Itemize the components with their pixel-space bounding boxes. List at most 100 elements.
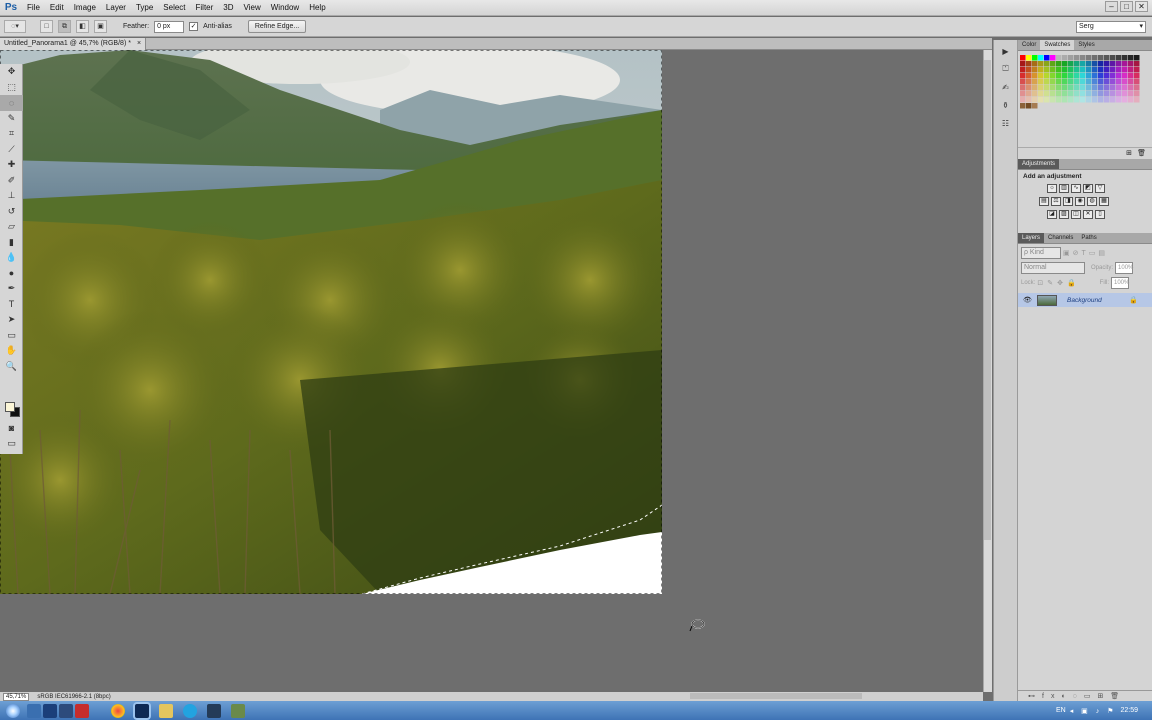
- swatch-cell[interactable]: [1086, 61, 1092, 67]
- swatch-cell[interactable]: [1068, 67, 1074, 73]
- tab-styles[interactable]: Styles: [1074, 40, 1098, 50]
- swatch-cell[interactable]: [1038, 67, 1044, 73]
- new-selection-icon[interactable]: □: [40, 20, 53, 33]
- properties-icon[interactable]: ☷: [998, 116, 1014, 130]
- swatch-cell[interactable]: [1068, 61, 1074, 67]
- quick-select-tool-icon[interactable]: ✎: [0, 111, 23, 127]
- swatch-cell[interactable]: [1080, 67, 1086, 73]
- menu-window[interactable]: Window: [266, 0, 304, 16]
- swatch-cell[interactable]: [1038, 61, 1044, 67]
- swatch-cell[interactable]: [1134, 73, 1140, 79]
- swatch-cell[interactable]: [1050, 73, 1056, 79]
- swatch-cell[interactable]: [1020, 97, 1026, 103]
- swatch-cell[interactable]: [1062, 55, 1068, 61]
- swatch-cell[interactable]: [1038, 91, 1044, 97]
- swatch-cell[interactable]: [1092, 97, 1098, 103]
- lasso-tool-icon[interactable]: ◌: [0, 95, 23, 111]
- menu-3d[interactable]: 3D: [218, 0, 238, 16]
- menu-filter[interactable]: Filter: [191, 0, 219, 16]
- swatch-cell[interactable]: [1128, 67, 1134, 73]
- swatch-cell[interactable]: [1092, 61, 1098, 67]
- menu-type[interactable]: Type: [131, 0, 158, 16]
- swatch-cell[interactable]: [1032, 103, 1038, 109]
- swatch-cell[interactable]: [1134, 85, 1140, 91]
- swatch-cell[interactable]: [1122, 85, 1128, 91]
- document-tab[interactable]: Untitled_Panorama1 @ 45,7% (RGB/8) * ×: [0, 38, 147, 50]
- swatch-cell[interactable]: [1122, 73, 1128, 79]
- path-select-icon[interactable]: ➤: [0, 312, 23, 328]
- gradient-tool-icon[interactable]: ▮: [0, 235, 23, 251]
- healing-brush-icon[interactable]: ✚: [0, 157, 23, 173]
- color-lookup-icon[interactable]: ▦: [1099, 197, 1109, 206]
- swatch-cell[interactable]: [1086, 91, 1092, 97]
- levels-icon[interactable]: ▥: [1059, 184, 1069, 193]
- swatch-cell[interactable]: [1134, 91, 1140, 97]
- swatch-cell[interactable]: [1116, 61, 1122, 67]
- swatch-cell[interactable]: [1050, 79, 1056, 85]
- acrobat-taskbar-icon[interactable]: [75, 703, 89, 718]
- foreground-color-swatch[interactable]: [5, 402, 15, 412]
- dodge-tool-icon[interactable]: ●: [0, 266, 23, 282]
- play-icon[interactable]: ▶: [998, 44, 1014, 58]
- swatch-cell[interactable]: [1032, 91, 1038, 97]
- swatch-cell[interactable]: [1032, 79, 1038, 85]
- menu-view[interactable]: View: [239, 0, 266, 16]
- swatch-cell[interactable]: [1128, 91, 1134, 97]
- app-taskbar-icon[interactable]: [231, 703, 245, 718]
- blur-tool-icon[interactable]: 💧: [0, 250, 23, 266]
- trash-icon[interactable]: 🗑: [1137, 149, 1146, 157]
- swatch-cell[interactable]: [1128, 97, 1134, 103]
- swatch-cell[interactable]: [1062, 85, 1068, 91]
- crop-tool-icon[interactable]: ⌗: [0, 126, 23, 142]
- hand-tool-icon[interactable]: ✋: [0, 343, 23, 359]
- swatch-cell[interactable]: [1110, 85, 1116, 91]
- swatch-cell[interactable]: [1092, 91, 1098, 97]
- swatch-cell[interactable]: [1056, 55, 1062, 61]
- swatch-cell[interactable]: [1044, 79, 1050, 85]
- history-brush-icon[interactable]: ↺: [0, 204, 23, 220]
- menu-edit[interactable]: Edit: [45, 0, 69, 16]
- swatch-cell[interactable]: [1068, 73, 1074, 79]
- curves-icon[interactable]: ∿: [1071, 184, 1081, 193]
- swatch-cell[interactable]: [1116, 85, 1122, 91]
- swatch-cell[interactable]: [1116, 67, 1122, 73]
- swatch-cell[interactable]: [1080, 97, 1086, 103]
- swatch-cell[interactable]: [1056, 91, 1062, 97]
- photoshop-taskbar-icon[interactable]: [43, 703, 57, 718]
- swatch-cell[interactable]: [1026, 73, 1032, 79]
- subtract-selection-icon[interactable]: ◧: [76, 20, 89, 33]
- swatch-cell[interactable]: [1122, 67, 1128, 73]
- swatch-cell[interactable]: [1050, 97, 1056, 103]
- swatch-cell[interactable]: [1020, 103, 1026, 109]
- swatch-cell[interactable]: [1062, 79, 1068, 85]
- brush-tool-icon[interactable]: ✐: [0, 173, 23, 189]
- swatch-cell[interactable]: [1050, 61, 1056, 67]
- swatch-cell[interactable]: [1050, 55, 1056, 61]
- swatch-cell[interactable]: [1104, 85, 1110, 91]
- swatch-cell[interactable]: [1056, 61, 1062, 67]
- zoom-tool-icon[interactable]: 🔍: [0, 359, 23, 375]
- menu-image[interactable]: Image: [69, 0, 101, 16]
- swatch-cell[interactable]: [1026, 55, 1032, 61]
- swatch-cell[interactable]: [1104, 97, 1110, 103]
- feather-input[interactable]: 0 px: [154, 20, 185, 33]
- marquee-tool-icon[interactable]: ⬚: [0, 80, 23, 96]
- swatch-cell[interactable]: [1020, 55, 1026, 61]
- tab-adjustments[interactable]: Adjustments: [1018, 159, 1060, 169]
- swatch-cell[interactable]: [1122, 97, 1128, 103]
- language-indicator[interactable]: EN: [1056, 707, 1066, 714]
- swatch-cell[interactable]: [1128, 55, 1134, 61]
- lasso-preset-icon[interactable]: ◌▾: [4, 20, 26, 33]
- swatches-grid[interactable]: [1018, 51, 1152, 147]
- menu-help[interactable]: Help: [304, 0, 330, 16]
- swatch-cell[interactable]: [1080, 73, 1086, 79]
- document-canvas[interactable]: [0, 50, 662, 594]
- swatch-cell[interactable]: [1110, 67, 1116, 73]
- folder-taskbar-icon[interactable]: [159, 703, 173, 718]
- vibrance-icon[interactable]: ▽: [1095, 184, 1105, 193]
- swatch-cell[interactable]: [1044, 73, 1050, 79]
- clone-source-icon[interactable]: ⚱: [998, 98, 1014, 112]
- layer-row-background[interactable]: 👁 Background 🔒: [1018, 293, 1152, 307]
- swatch-cell[interactable]: [1098, 79, 1104, 85]
- swatch-cell[interactable]: [1074, 79, 1080, 85]
